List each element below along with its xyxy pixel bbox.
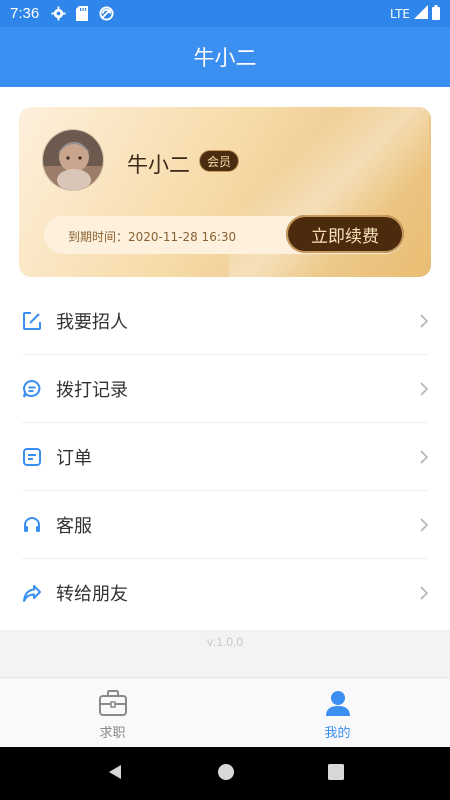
renew-button[interactable]: 立即续费 bbox=[286, 215, 404, 253]
menu-label: 我要招人 bbox=[56, 312, 128, 333]
share-icon bbox=[22, 583, 42, 603]
member-badge: 会员 bbox=[199, 150, 240, 172]
user-name: 牛小二 bbox=[127, 153, 190, 177]
network-label: LTE bbox=[390, 6, 410, 21]
menu-item-recruit[interactable]: 我要招人 bbox=[0, 287, 450, 355]
gear-icon bbox=[49, 5, 67, 23]
person-icon bbox=[322, 688, 354, 718]
tab-mine[interactable]: 我的 bbox=[225, 678, 450, 747]
signal-icon bbox=[414, 5, 428, 22]
menu-item-share[interactable]: 转给朋友 bbox=[0, 559, 450, 627]
menu-item-customer-service[interactable]: 客服 bbox=[0, 491, 450, 559]
menu-label: 客服 bbox=[56, 516, 92, 537]
battery-icon bbox=[432, 4, 440, 23]
no-disturb-icon bbox=[97, 5, 115, 23]
status-time: 7:36 bbox=[10, 5, 40, 22]
briefcase-icon bbox=[97, 688, 129, 718]
main-content: 牛小二 会员 到期时间：2020-11-28 16:30 立即续费 我要招人 拨… bbox=[0, 87, 450, 677]
status-bar: 7:36 LTE bbox=[0, 0, 450, 27]
chevron-right-icon bbox=[420, 314, 429, 328]
avatar[interactable] bbox=[42, 129, 104, 191]
bottom-tab-bar: 求职 我的 bbox=[0, 677, 450, 747]
membership-card: 牛小二 会员 到期时间：2020-11-28 16:30 立即续费 bbox=[19, 107, 431, 277]
menu-label: 订单 bbox=[56, 448, 92, 469]
menu-label: 拨打记录 bbox=[56, 380, 128, 401]
tab-job-search[interactable]: 求职 bbox=[0, 678, 225, 747]
sd-card-icon bbox=[73, 5, 91, 23]
menu-item-orders[interactable]: 订单 bbox=[0, 423, 450, 491]
chevron-right-icon bbox=[420, 382, 429, 396]
edit-icon bbox=[22, 311, 42, 331]
menu-list: 我要招人 拨打记录 订单 客服 转给朋友 bbox=[0, 287, 450, 627]
tab-label: 我的 bbox=[324, 726, 351, 741]
recents-icon[interactable] bbox=[327, 763, 344, 784]
chevron-right-icon bbox=[420, 586, 429, 600]
app-bar: 牛小二 bbox=[0, 27, 450, 87]
home-icon[interactable] bbox=[217, 763, 235, 785]
headset-icon bbox=[22, 515, 42, 535]
page-title: 牛小二 bbox=[193, 46, 257, 70]
menu-item-call-records[interactable]: 拨打记录 bbox=[0, 355, 450, 423]
back-icon[interactable] bbox=[106, 763, 124, 785]
chevron-right-icon bbox=[420, 450, 429, 464]
chat-icon bbox=[22, 379, 42, 399]
chevron-right-icon bbox=[420, 518, 429, 532]
tab-label: 求职 bbox=[99, 726, 126, 741]
system-nav-bar bbox=[0, 747, 450, 800]
menu-label: 转给朋友 bbox=[56, 584, 128, 605]
version-label: v:1.0.0 bbox=[206, 635, 244, 649]
expire-text: 到期时间：2020-11-28 16:30 bbox=[68, 230, 237, 244]
order-icon bbox=[22, 447, 42, 467]
